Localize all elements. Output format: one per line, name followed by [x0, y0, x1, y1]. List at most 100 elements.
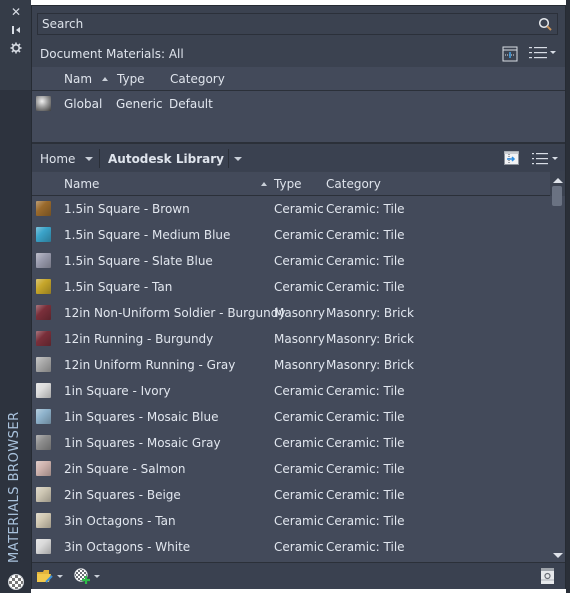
- palette-title: MATERIALS BROWSER: [7, 411, 22, 563]
- material-category: Masonry: Brick: [326, 306, 414, 320]
- view-options-icon[interactable]: [502, 46, 518, 62]
- material-category: Ceramic: Tile: [326, 228, 405, 242]
- material-name: Global: [64, 97, 103, 111]
- column-category[interactable]: Category: [326, 177, 381, 191]
- search-field[interactable]: [37, 13, 558, 35]
- material-category: Ceramic: Tile: [326, 384, 405, 398]
- scroll-up-arrow-icon[interactable]: [553, 178, 563, 183]
- close-icon[interactable]: ✕: [8, 5, 24, 19]
- material-name: 1in Square - Ivory: [64, 384, 171, 398]
- material-swatch: [36, 461, 51, 476]
- open-library-icon: [37, 569, 53, 583]
- material-type: Ceramic: [274, 410, 324, 424]
- library-list-view-dropdown-icon[interactable]: [532, 152, 560, 166]
- material-category: Ceramic: Tile: [326, 514, 405, 528]
- material-category: Masonry: Brick: [326, 358, 414, 372]
- library-scrollbar[interactable]: [551, 172, 563, 562]
- create-material-icon: [74, 568, 90, 584]
- column-type[interactable]: Type: [274, 177, 302, 191]
- column-name[interactable]: Nam: [64, 72, 92, 86]
- material-type: Ceramic: [274, 540, 324, 554]
- sort-ascending-icon: [261, 182, 267, 186]
- material-swatch: [36, 227, 51, 242]
- material-category: Ceramic: Tile: [326, 436, 405, 450]
- material-swatch: [36, 513, 51, 528]
- column-name[interactable]: Name: [64, 177, 99, 191]
- library-material-row[interactable]: 2in Squares - Beige Ceramic Ceramic: Tile: [32, 482, 552, 508]
- material-name: 12in Non-Uniform Soldier - Burgundy: [64, 306, 286, 320]
- tab-divider: [228, 149, 229, 168]
- library-view-toggle-icon[interactable]: [504, 151, 519, 165]
- material-name: 1in Squares - Mosaic Blue: [64, 410, 219, 424]
- material-category: Ceramic: Tile: [326, 488, 405, 502]
- gear-icon[interactable]: [8, 42, 24, 56]
- document-material-row[interactable]: Global Generic Default: [32, 91, 552, 117]
- chevron-down-icon: [85, 156, 94, 161]
- pin-icon[interactable]: [8, 24, 24, 38]
- material-type: Ceramic: [274, 462, 324, 476]
- document-materials-bar: Document Materials: All: [32, 42, 565, 66]
- material-swatch: [36, 305, 51, 320]
- material-name: 1.5in Square - Brown: [64, 202, 190, 216]
- material-type: Ceramic: [274, 514, 324, 528]
- autodesk-library-tab[interactable]: Autodesk Library: [108, 146, 242, 171]
- column-category[interactable]: Category: [170, 72, 225, 86]
- document-materials-title[interactable]: Document Materials: All: [40, 47, 184, 61]
- material-name: 2in Squares - Beige: [64, 488, 181, 502]
- material-type: Ceramic: [274, 384, 324, 398]
- material-swatch: [36, 279, 51, 294]
- material-editor-button[interactable]: [541, 567, 554, 585]
- material-name: 1.5in Square - Medium Blue: [64, 228, 231, 242]
- material-name: 1in Squares - Mosaic Gray: [64, 436, 221, 450]
- library-material-row[interactable]: 1in Squares - Mosaic Gray Ceramic Ceramic:…: [32, 430, 552, 456]
- library-material-row[interactable]: 1in Square - Ivory Ceramic Ceramic: Tile: [32, 378, 552, 404]
- home-tab-label: Home: [40, 151, 76, 166]
- scroll-down-arrow-icon[interactable]: [553, 553, 563, 558]
- material-editor-icon: [541, 568, 554, 584]
- chevron-down-icon: [57, 574, 63, 578]
- library-material-row[interactable]: 3in Octagons - Tan Ceramic Ceramic: Tile: [32, 508, 552, 534]
- library-material-row[interactable]: 2in Square - Salmon Ceramic Ceramic: Tile: [32, 456, 552, 482]
- material-type: Ceramic: [274, 254, 324, 268]
- library-material-row[interactable]: 12in Non-Uniform Soldier - Burgundy Mason…: [32, 300, 552, 326]
- home-tab[interactable]: Home: [40, 146, 94, 171]
- library-material-row[interactable]: 3in Octagons - White Ceramic Ceramic: Tile: [32, 534, 552, 560]
- material-type: Ceramic: [274, 436, 324, 450]
- material-swatch: [36, 539, 51, 554]
- manage-library-button[interactable]: [37, 567, 63, 585]
- library-material-row[interactable]: 1.5in Square - Medium Blue Ceramic Ceramic…: [32, 222, 552, 248]
- material-swatch: [36, 331, 51, 346]
- list-view-dropdown-icon[interactable]: [529, 46, 557, 60]
- material-category: Ceramic: Tile: [326, 280, 405, 294]
- material-type: Masonry: [274, 358, 325, 372]
- library-bar: Home Autodesk Library: [32, 146, 565, 171]
- document-materials-list: Global Generic Default: [32, 91, 565, 144]
- palette-title-strip: ✕ MATERIALS BROWSER: [0, 0, 31, 593]
- library-materials-list: 1.5in Square - Brown Ceramic Ceramic: Tile…: [32, 196, 565, 562]
- library-material-row[interactable]: 1.5in Square - Tan Ceramic Ceramic: Tile: [32, 274, 552, 300]
- library-material-row[interactable]: 1in Squares - Mosaic Blue Ceramic Ceramic:…: [32, 404, 552, 430]
- library-material-row[interactable]: 12in Uniform Running - Gray Masonry Masonr…: [32, 352, 552, 378]
- material-name: 3in Octagons - White: [64, 540, 191, 554]
- search-icon[interactable]: [538, 17, 553, 32]
- search-input[interactable]: [42, 17, 522, 31]
- material-type: Ceramic: [274, 228, 324, 242]
- material-name: 1.5in Square - Tan: [64, 280, 173, 294]
- material-category: Masonry: Brick: [326, 332, 414, 346]
- material-type: Generic: [116, 97, 163, 111]
- column-type[interactable]: Type: [117, 72, 145, 86]
- auto-hide-icon: [12, 26, 20, 34]
- material-name: 12in Running - Burgundy: [64, 332, 214, 346]
- library-material-row[interactable]: 1.5in Square - Slate Blue Ceramic Ceramic:…: [32, 248, 552, 274]
- materials-logo-icon[interactable]: [8, 574, 24, 590]
- material-name: 12in Uniform Running - Gray: [64, 358, 236, 372]
- material-swatch: [36, 487, 51, 502]
- material-category: Ceramic: Tile: [326, 462, 405, 476]
- scroll-thumb[interactable]: [552, 186, 562, 206]
- material-swatch-global: [36, 96, 51, 111]
- library-material-row[interactable]: 12in Running - Burgundy Masonry Masonry: B…: [32, 326, 552, 352]
- library-material-row[interactable]: 1.5in Square - Brown Ceramic Ceramic: Tile: [32, 196, 552, 222]
- material-category: Ceramic: Tile: [326, 540, 405, 554]
- properties-icon: [10, 42, 22, 54]
- create-material-button[interactable]: [74, 567, 100, 585]
